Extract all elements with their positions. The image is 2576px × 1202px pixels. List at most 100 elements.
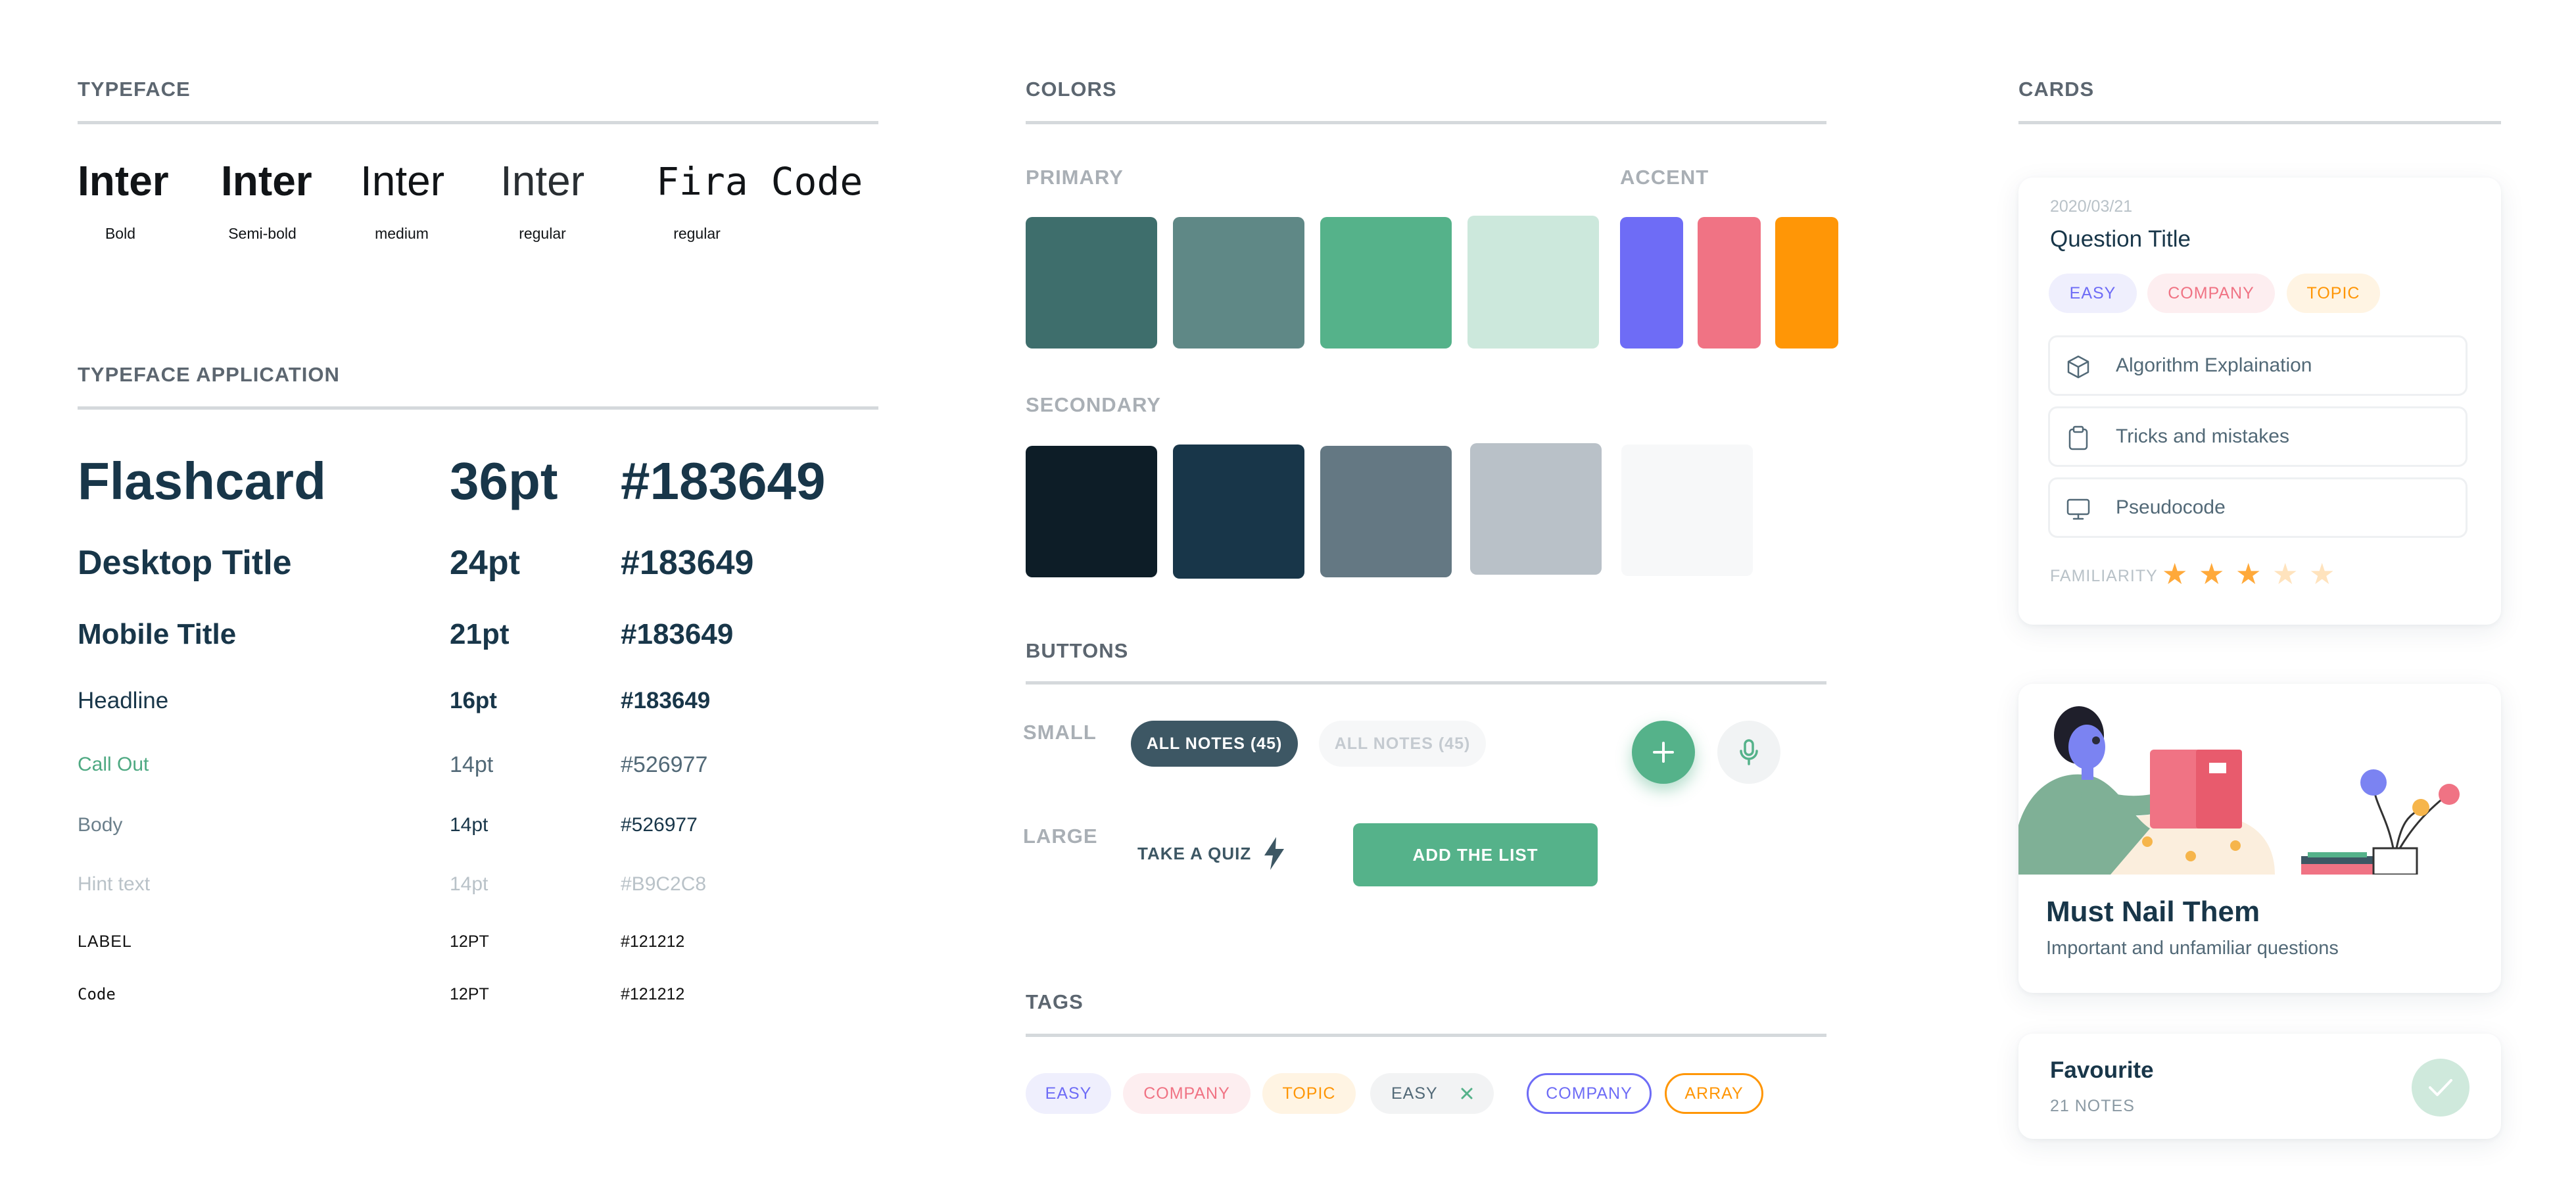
question-tag-easy[interactable]: EASY <box>2049 274 2137 313</box>
star-icon-3[interactable]: ★ <box>2235 560 2261 589</box>
secondary-swatch-5 <box>1621 445 1753 576</box>
app-size-hint-text: 14pt <box>450 873 489 895</box>
tag-topic[interactable]: TOPIC <box>1262 1073 1356 1114</box>
app-color-desktop-title: #183649 <box>621 544 754 582</box>
take-quiz-button[interactable]: TAKE A QUIZ <box>1137 834 1285 873</box>
secondary-swatch-3 <box>1320 446 1452 577</box>
star-icon-1[interactable]: ★ <box>2162 560 2187 589</box>
favourite-count: 21 NOTES <box>2050 1097 2135 1115</box>
take-quiz-label: TAKE A QUIZ <box>1137 843 1252 863</box>
question-tag-topic[interactable]: TOPIC <box>2287 274 2380 313</box>
must-nail-title: Must Nail Them <box>2046 896 2260 928</box>
accent-swatch-2 <box>1698 217 1761 349</box>
buttons-divider <box>1026 681 1826 685</box>
tags-section-title: TAGS <box>1026 990 1084 1013</box>
typeface-divider <box>78 121 878 124</box>
app-name-label: LABEL <box>78 932 132 951</box>
tag-easy-removable[interactable]: EASY <box>1370 1073 1494 1114</box>
tag-easy[interactable]: EASY <box>1026 1073 1111 1114</box>
typeface-sample-fira-code: Fira Code <box>656 159 863 204</box>
star-icon-2[interactable]: ★ <box>2199 560 2224 589</box>
buttons-section-title: BUTTONS <box>1026 639 1129 662</box>
microphone-button[interactable] <box>1717 721 1780 784</box>
small-buttons-label: SMALL <box>1023 721 1097 744</box>
app-name-hint-text: Hint text <box>78 873 151 895</box>
question-tag-company[interactable]: COMPANY <box>2147 274 2275 313</box>
app-name-body: Body <box>78 814 123 836</box>
question-row-tricks[interactable]: Tricks and mistakes <box>2048 406 2468 467</box>
colors-section-title: COLORS <box>1026 78 1117 101</box>
application-section-title: TYPEFACE APPLICATION <box>78 363 340 386</box>
app-name-headline: Headline <box>78 688 169 713</box>
app-size-headline: 16pt <box>450 688 497 713</box>
favourite-title: Favourite <box>2050 1057 2154 1083</box>
primary-swatch-1 <box>1026 217 1157 349</box>
add-list-label: ADD THE LIST <box>1412 844 1538 865</box>
star-icon-5[interactable]: ★ <box>2309 560 2335 589</box>
typeface-weight-medium: medium <box>375 225 429 242</box>
must-nail-subtitle: Important and unfamiliar questions <box>2046 938 2339 959</box>
accent-label: ACCENT <box>1620 166 1709 189</box>
must-nail-card[interactable]: Must Nail Them Important and unfamiliar … <box>2018 684 2501 993</box>
monitor-icon <box>2066 498 2090 520</box>
secondary-swatch-4 <box>1470 443 1602 575</box>
app-color-label: #121212 <box>621 932 685 951</box>
secondary-swatch-2 <box>1173 445 1304 579</box>
app-color-headline: #183649 <box>621 688 711 713</box>
tag-easy-removable-label: EASY <box>1391 1084 1438 1103</box>
check-icon <box>2429 1079 2452 1096</box>
tag-array-outline[interactable]: ARRAY <box>1665 1073 1763 1114</box>
typeface-sample-inter-bold: Inter <box>78 157 169 204</box>
secondary-label: SECONDARY <box>1026 393 1161 416</box>
typeface-weight-fira-regular: regular <box>673 225 721 242</box>
cards-divider <box>2018 121 2501 124</box>
cards-section-title: CARDS <box>2018 78 2095 101</box>
question-row-pseudocode[interactable]: Pseudocode <box>2048 477 2468 538</box>
app-name-mobile-title: Mobile Title <box>78 618 237 650</box>
colors-divider <box>1026 121 1826 124</box>
cube-icon <box>2067 355 2089 379</box>
question-row-algorithm-label: Algorithm Explaination <box>2116 354 2312 376</box>
microphone-icon <box>1740 739 1758 765</box>
app-size-desktop-title: 24pt <box>450 544 520 582</box>
add-fab-button[interactable] <box>1632 721 1695 784</box>
all-notes-button-active[interactable]: ALL NOTES (45) <box>1131 721 1298 767</box>
typeface-sample-inter-semibold: Inter <box>221 157 312 204</box>
question-row-pseudocode-label: Pseudocode <box>2116 496 2226 518</box>
favourite-check-button[interactable] <box>2412 1059 2469 1117</box>
all-notes-button-inactive[interactable]: ALL NOTES (45) <box>1319 721 1486 767</box>
tag-company-outline[interactable]: COMPANY <box>1527 1073 1652 1114</box>
app-name-call-out: Call Out <box>78 754 149 775</box>
secondary-swatch-1 <box>1026 446 1157 577</box>
typeface-section-title: TYPEFACE <box>78 78 191 101</box>
primary-label: PRIMARY <box>1026 166 1124 189</box>
familiarity-label: FAMILIARITY <box>2050 567 2158 585</box>
question-row-algorithm[interactable]: Algorithm Explaination <box>2048 335 2468 396</box>
tags-divider <box>1026 1034 1826 1037</box>
primary-swatch-4 <box>1467 216 1599 349</box>
app-name-flashcard: Flashcard <box>78 452 326 510</box>
tag-company[interactable]: COMPANY <box>1123 1073 1251 1114</box>
application-divider <box>78 406 878 410</box>
accent-swatch-3 <box>1775 217 1838 349</box>
app-name-code: Code <box>78 985 116 1003</box>
question-date: 2020/03/21 <box>2050 197 2133 216</box>
plus-icon <box>1653 742 1674 763</box>
close-icon[interactable] <box>1460 1086 1474 1101</box>
typeface-weight-semibold: Semi-bold <box>228 225 297 242</box>
add-list-button[interactable]: ADD THE LIST <box>1353 823 1598 886</box>
app-name-desktop-title: Desktop Title <box>78 544 292 582</box>
question-title: Question Title <box>2050 226 2191 252</box>
typeface-sample-inter-regular: Inter <box>500 157 585 204</box>
lightning-icon <box>1264 837 1285 870</box>
large-buttons-label: LARGE <box>1023 825 1098 848</box>
primary-swatch-2 <box>1173 217 1304 349</box>
app-color-flashcard: #183649 <box>621 452 826 510</box>
typeface-weight-bold: Bold <box>105 225 136 242</box>
question-row-tricks-label: Tricks and mistakes <box>2116 425 2289 447</box>
favourite-card[interactable]: Favourite 21 NOTES <box>2018 1034 2501 1139</box>
clipboard-icon <box>2068 425 2088 450</box>
star-icon-4[interactable]: ★ <box>2272 560 2298 589</box>
typeface-weight-regular: regular <box>519 225 566 242</box>
typeface-sample-inter-medium: Inter <box>360 157 445 204</box>
